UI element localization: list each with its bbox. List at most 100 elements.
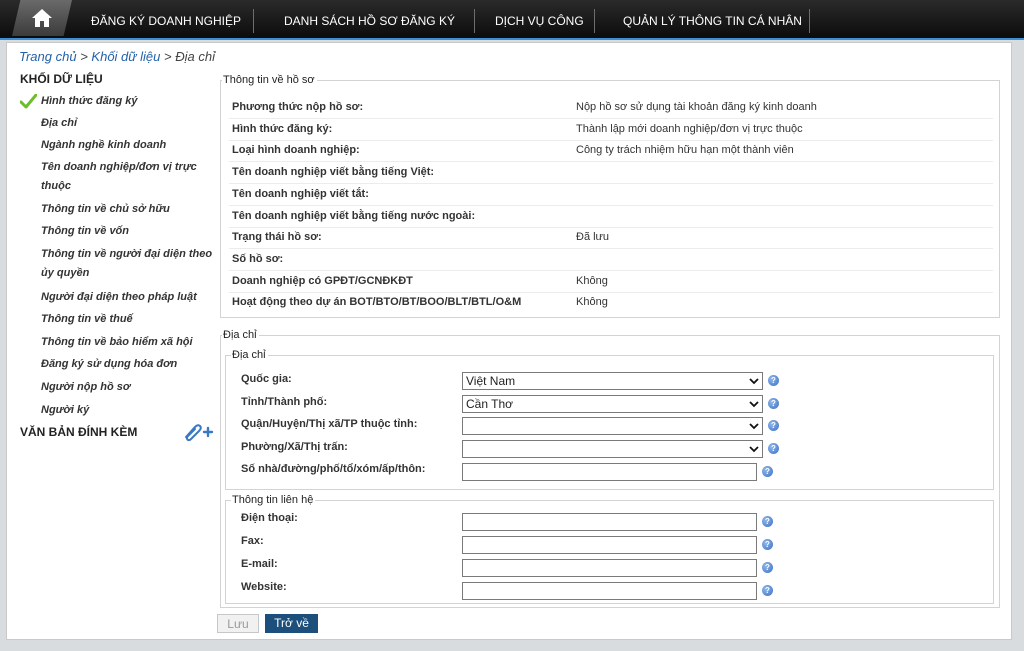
sidebar-item-bao-hiem-xa-hoi[interactable]: Thông tin về bảo hiểm xã hội <box>41 333 216 352</box>
profile-row-value: Công ty trách nhiệm hữu hạn một thành vi… <box>576 144 794 156</box>
address-select[interactable]: Cần Thơ <box>462 395 763 413</box>
breadcrumb-home-link[interactable]: Trang chủ <box>19 49 77 64</box>
sidebar: KHỐI DỮ LIỆU Hình thức đăng ký Địa chỉ N… <box>20 70 220 442</box>
contact-field-label: Website: <box>241 581 287 593</box>
address-select[interactable] <box>462 440 763 458</box>
profile-row-label: Tên doanh nghiệp viết bằng tiếng Việt: <box>232 166 435 178</box>
contact-input[interactable] <box>462 536 757 554</box>
row-divider <box>229 118 993 119</box>
profile-row-value: Nộp hồ sơ sử dụng tài khoản đăng ký kinh… <box>576 101 817 113</box>
nav-dich-vu-cong[interactable]: DỊCH VỤ CÔNG <box>495 9 584 33</box>
profile-row-label: Doanh nghiệp có GPĐT/GCNĐKĐT <box>232 275 413 287</box>
row-divider <box>229 140 993 141</box>
profile-row-label: Loại hình doanh nghiệp: <box>232 144 360 156</box>
sidebar-item-chu-so-huu[interactable]: Thông tin về chủ sở hữu <box>41 200 216 219</box>
chevron-down-icon <box>749 446 759 453</box>
profile-row-label: Hình thức đăng ký: <box>232 123 333 135</box>
sidebar-item-nguoi-dai-dien-phap-luat[interactable]: Người đại diện theo pháp luật <box>41 288 216 307</box>
attach-add-icon[interactable] <box>182 422 214 442</box>
chevron-down-icon <box>749 378 759 385</box>
profile-row-value: Thành lập mới doanh nghiệp/đơn vị trực t… <box>576 123 803 135</box>
contact-input[interactable] <box>462 559 757 577</box>
sidebar-item-von[interactable]: Thông tin về vốn <box>41 222 216 241</box>
nav-separator <box>253 9 254 33</box>
content-panel: Trang chủ > Khối dữ liệu > Địa chỉ KHỐI … <box>6 42 1012 640</box>
sidebar-item-hoa-don[interactable]: Đăng ký sử dụng hóa đơn <box>41 355 216 374</box>
profile-row-label: Phương thức nộp hồ sơ: <box>232 101 364 113</box>
help-icon[interactable]: ? <box>768 443 779 454</box>
address-field-label: Phường/Xã/Thị trấn: <box>241 441 348 453</box>
sidebar-item-ten-doanh-nghiep[interactable]: Tên doanh nghiệp/đơn vị trực thuộc <box>41 158 216 196</box>
breadcrumb-khoi-du-lieu-link[interactable]: Khối dữ liệu <box>91 49 160 64</box>
row-divider <box>229 292 993 293</box>
row-divider <box>229 161 993 162</box>
top-nav-bar: ĐĂNG KÝ DOANH NGHIỆP DANH SÁCH HỒ SƠ ĐĂN… <box>0 0 1024 40</box>
help-icon[interactable]: ? <box>768 420 779 431</box>
row-divider <box>229 205 993 206</box>
save-button[interactable]: Lưu <box>217 614 259 633</box>
help-icon[interactable]: ? <box>762 516 773 527</box>
contact-input[interactable] <box>462 582 757 600</box>
sidebar-item-nguoi-nop-ho-so[interactable]: Người nộp hồ sơ <box>41 378 216 397</box>
help-icon[interactable]: ? <box>762 466 773 477</box>
row-divider <box>229 227 993 228</box>
breadcrumb-separator: > <box>80 49 88 64</box>
home-icon <box>32 9 52 27</box>
address-select-value: Việt Nam <box>466 374 516 388</box>
help-icon[interactable]: ? <box>762 562 773 573</box>
profile-row-label: Số hồ sơ: <box>232 253 284 265</box>
profile-row-value: Đã lưu <box>576 231 610 243</box>
contact-field-label: E-mail: <box>241 558 278 570</box>
profile-row-label: Tên doanh nghiệp viết bằng tiếng nước ng… <box>232 210 476 222</box>
address-sub-legend: Địa chỉ <box>231 349 268 361</box>
contact-legend: Thông tin liên hệ <box>231 494 316 506</box>
sidebar-item-hinh-thuc-dang-ky[interactable]: Hình thức đăng ký <box>41 92 216 111</box>
row-divider <box>229 183 993 184</box>
sidebar-title: KHỐI DỮ LIỆU <box>20 72 103 86</box>
sidebar-item-nganh-nghe[interactable]: Ngành nghề kinh doanh <box>41 136 216 155</box>
home-button[interactable] <box>12 0 72 36</box>
profile-row-value: Không <box>576 296 608 308</box>
nav-quan-ly-thong-tin[interactable]: QUẢN LÝ THÔNG TIN CÁ NHÂN <box>623 9 802 33</box>
address-legend: Địa chỉ <box>222 329 259 341</box>
address-field-label: Tỉnh/Thành phố: <box>241 396 328 408</box>
nav-danh-sach-ho-so[interactable]: DANH SÁCH HỒ SƠ ĐĂNG KÝ <box>284 9 455 33</box>
back-button[interactable]: Trở về <box>265 614 318 633</box>
address-field-label: Số nhà/đường/phố/tổ/xóm/ấp/thôn: <box>241 463 426 475</box>
address-select[interactable] <box>462 417 763 435</box>
profile-row-value: Không <box>576 275 608 287</box>
row-divider <box>229 248 993 249</box>
profile-row-label: Tên doanh nghiệp viết tắt: <box>232 188 369 200</box>
check-icon <box>20 94 37 109</box>
sidebar-item-nguoi-dai-dien-uy-quyen[interactable]: Thông tin về người đại diện theo ủy quyề… <box>41 245 216 283</box>
row-divider <box>229 270 993 271</box>
contact-field-label: Điện thoại: <box>241 512 298 524</box>
help-icon[interactable]: ? <box>762 585 773 596</box>
contact-field-label: Fax: <box>241 535 264 547</box>
nav-separator <box>809 9 810 33</box>
chevron-down-icon <box>749 401 759 408</box>
breadcrumb-current: Địa chỉ <box>175 49 215 64</box>
profile-row-label: Trạng thái hồ sơ: <box>232 231 322 243</box>
nav-dang-ky-doanh-nghiep[interactable]: ĐĂNG KÝ DOANH NGHIỆP <box>91 9 241 33</box>
profile-info-legend: Thông tin về hồ sơ <box>222 74 317 86</box>
contact-input[interactable] <box>462 513 757 531</box>
sidebar-item-nguoi-ky[interactable]: Người ký <box>41 401 216 420</box>
sidebar-item-dia-chi[interactable]: Địa chỉ <box>41 114 216 133</box>
nav-separator <box>594 9 595 33</box>
address-field-label: Quốc gia: <box>241 373 292 385</box>
address-select[interactable]: Việt Nam <box>462 372 763 390</box>
help-icon[interactable]: ? <box>768 375 779 386</box>
help-icon[interactable]: ? <box>768 398 779 409</box>
breadcrumb: Trang chủ > Khối dữ liệu > Địa chỉ <box>19 49 215 64</box>
address-text-input[interactable] <box>462 463 757 481</box>
address-select-value: Cần Thơ <box>466 397 514 411</box>
nav-separator <box>474 9 475 33</box>
sidebar-item-thue[interactable]: Thông tin về thuế <box>41 310 216 329</box>
attachments-title: VĂN BẢN ĐÍNH KÈM <box>20 425 138 439</box>
chevron-down-icon <box>749 423 759 430</box>
help-icon[interactable]: ? <box>762 539 773 550</box>
profile-row-label: Hoạt động theo dự án BOT/BTO/BT/BOO/BLT/… <box>232 296 522 308</box>
breadcrumb-separator: > <box>164 49 172 64</box>
address-field-label: Quận/Huyện/Thị xã/TP thuộc tỉnh: <box>241 418 418 430</box>
